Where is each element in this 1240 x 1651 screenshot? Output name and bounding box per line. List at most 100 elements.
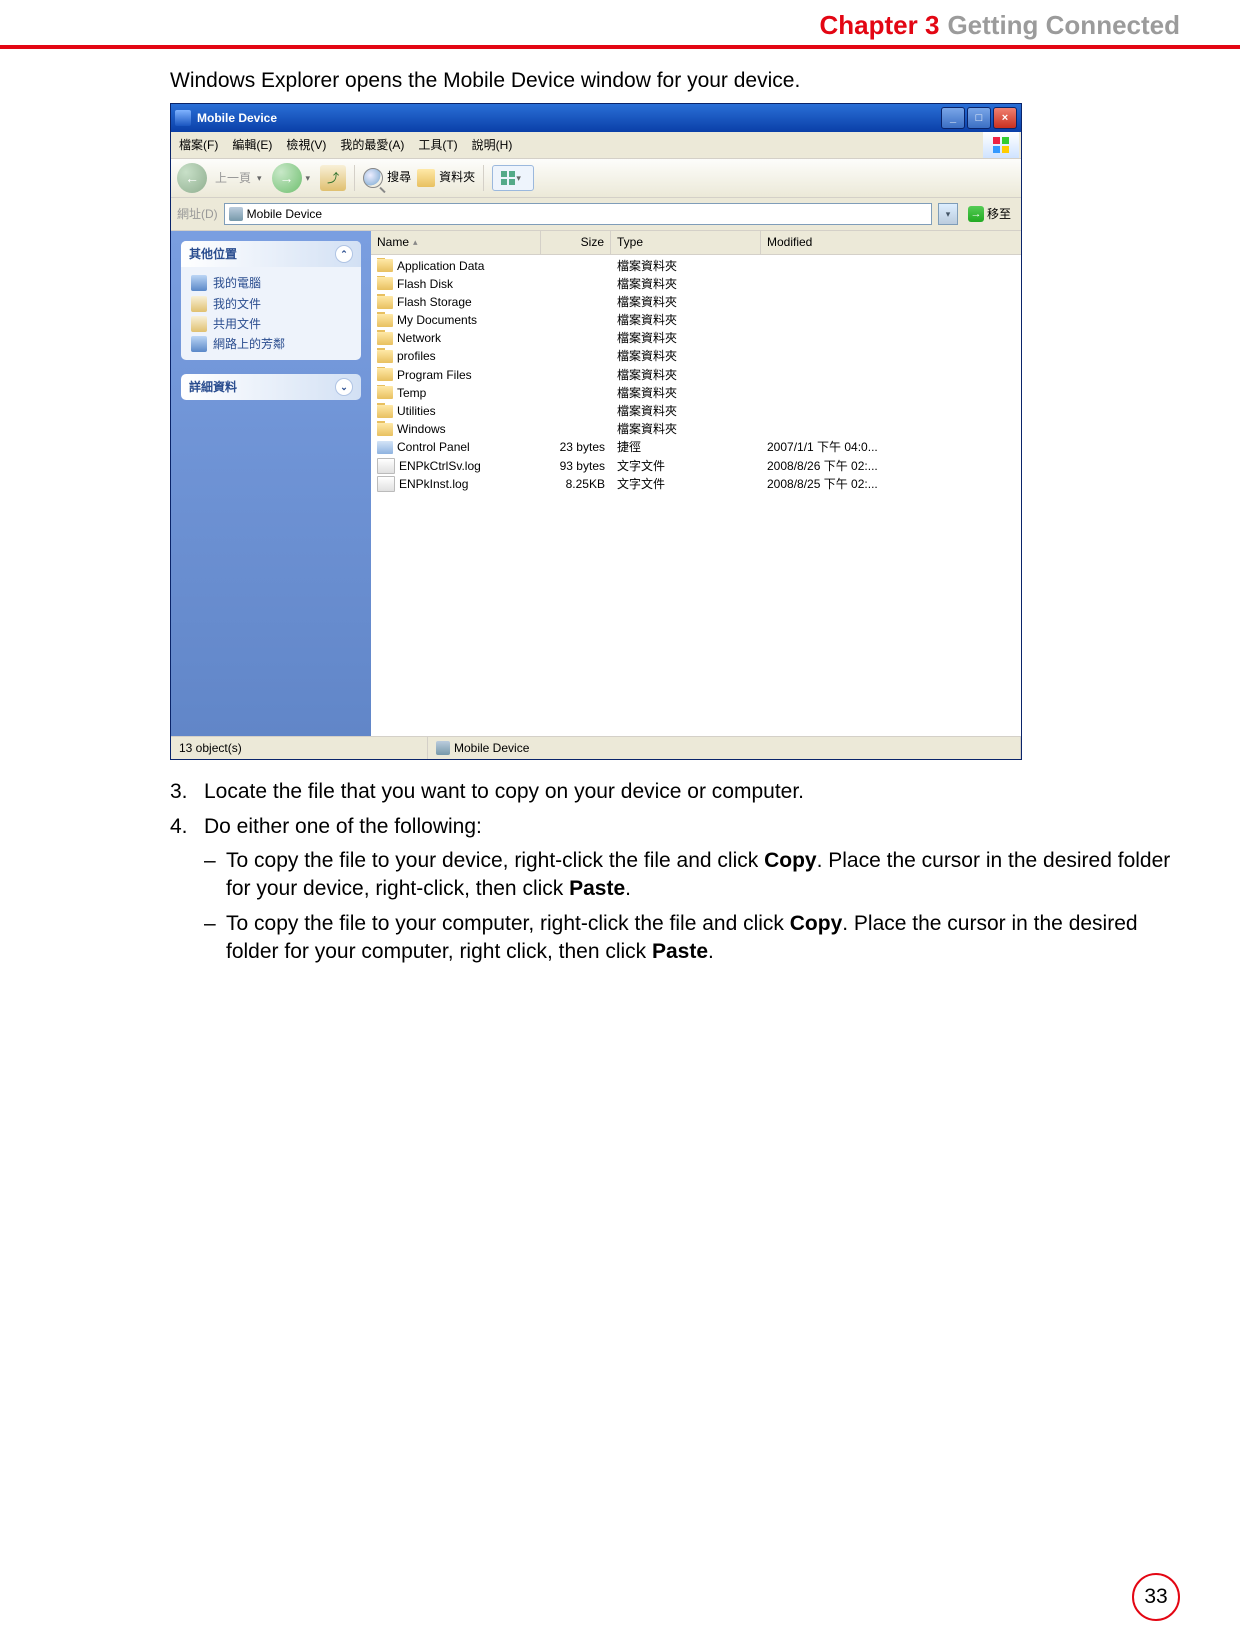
file-row[interactable]: Application Data 檔案資料夾: [371, 257, 1021, 275]
file-modified: [761, 367, 1021, 383]
file-row[interactable]: profiles檔案資料夾: [371, 347, 1021, 365]
file-type: 檔案資料夾: [611, 312, 761, 328]
folder-icon: [377, 314, 393, 327]
share-icon: [191, 316, 207, 332]
col-size[interactable]: Size: [541, 231, 611, 253]
file-row[interactable]: Utilities檔案資料夾: [371, 402, 1021, 420]
file-modified: [761, 312, 1021, 328]
panel-title: 其他位置: [189, 246, 237, 262]
file-name: Temp: [397, 385, 426, 401]
sidebar-item-label: 網路上的芳鄰: [213, 336, 285, 352]
menu-view[interactable]: 檢視(V): [286, 137, 326, 153]
status-object-count: 13 object(s): [171, 737, 428, 759]
file-row[interactable]: ENPkCtrlSv.log93 bytes文字文件2008/8/26 下午 0…: [371, 457, 1021, 475]
file-modified: [761, 276, 1021, 292]
file-row[interactable]: Flash Storage檔案資料夾: [371, 293, 1021, 311]
file-name: Network: [397, 330, 441, 346]
file-row[interactable]: My Documents檔案資料夾: [371, 311, 1021, 329]
file-row[interactable]: Program Files檔案資料夾: [371, 366, 1021, 384]
file-modified: 2007/1/1 下午 04:0...: [761, 439, 1021, 455]
dash: –: [204, 847, 226, 904]
folders-button[interactable]: 資料夾: [417, 169, 475, 187]
device-icon: [436, 741, 450, 755]
folder-icon: [377, 332, 393, 345]
step-4: 4. Do either one of the following: – To …: [170, 813, 1180, 967]
titlebar[interactable]: Mobile Device _ □ ×: [171, 104, 1021, 132]
step-text: Locate the file that you want to copy on…: [204, 778, 804, 806]
close-button[interactable]: ×: [993, 107, 1017, 129]
windows-logo-icon: [983, 132, 1019, 158]
file-name: profiles: [397, 348, 436, 364]
address-field[interactable]: Mobile Device: [224, 203, 932, 225]
file-type: 檔案資料夾: [611, 258, 761, 274]
sidebar-item[interactable]: 網路上的芳鄰: [191, 334, 351, 354]
col-modified[interactable]: Modified: [761, 231, 1021, 253]
file-size: [541, 276, 611, 292]
address-value: Mobile Device: [247, 206, 322, 222]
folder-icon: [377, 296, 393, 309]
minimize-button[interactable]: _: [941, 107, 965, 129]
menu-file[interactable]: 檔案(F): [179, 137, 218, 153]
address-dropdown[interactable]: ▾: [938, 203, 958, 225]
menu-help[interactable]: 說明(H): [472, 137, 513, 153]
back-label: 上一頁: [215, 170, 251, 186]
sub-text: To copy the file to your device, right-c…: [226, 847, 1180, 904]
sidebar-item-label: 我的文件: [213, 296, 261, 312]
back-button[interactable]: ←: [177, 163, 207, 193]
menu-favorites[interactable]: 我的最愛(A): [340, 137, 404, 153]
file-row[interactable]: Temp檔案資料夾: [371, 384, 1021, 402]
file-size: 93 bytes: [541, 458, 611, 474]
sidebar-panel-header[interactable]: 詳細資料 ⌄: [181, 374, 361, 400]
file-row[interactable]: Flash Disk檔案資料夾: [371, 275, 1021, 293]
sidebar-item[interactable]: 我的文件: [191, 294, 351, 314]
collapse-icon[interactable]: ⌃: [335, 245, 353, 263]
views-button[interactable]: ▾: [492, 165, 534, 191]
file-size: 8.25KB: [541, 476, 611, 492]
sub-item: – To copy the file to your device, right…: [204, 847, 1180, 904]
file-name: Control Panel: [397, 439, 470, 455]
file-modified: 2008/8/25 下午 02:...: [761, 476, 1021, 492]
col-name[interactable]: Name▴: [371, 231, 541, 253]
views-dropdown: ▾: [516, 172, 521, 184]
file-size: [541, 312, 611, 328]
step-3: 3. Locate the file that you want to copy…: [170, 778, 1180, 806]
file-modified: [761, 330, 1021, 346]
file-row[interactable]: Windows檔案資料夾: [371, 420, 1021, 438]
search-button[interactable]: 搜尋: [363, 168, 411, 188]
separator: [354, 165, 355, 191]
file-row[interactable]: ENPkInst.log8.25KB文字文件2008/8/25 下午 02:..…: [371, 475, 1021, 493]
file-name: Flash Disk: [397, 276, 453, 292]
file-name: Application Data: [397, 258, 484, 274]
intro-text: Windows Explorer opens the Mobile Device…: [170, 67, 1180, 95]
go-button[interactable]: 移至: [964, 204, 1015, 224]
sub-list: – To copy the file to your device, right…: [204, 847, 1180, 966]
sidebar-item[interactable]: 共用文件: [191, 314, 351, 334]
maximize-button[interactable]: □: [967, 107, 991, 129]
file-row[interactable]: Network 檔案資料夾: [371, 329, 1021, 347]
file-type: 捷徑: [611, 439, 761, 455]
forward-button[interactable]: →: [272, 163, 302, 193]
col-type[interactable]: Type: [611, 231, 761, 253]
sidebar-item[interactable]: 我的電腦: [191, 273, 351, 293]
folder-icon: [377, 423, 393, 436]
step-number: 3.: [170, 778, 204, 806]
file-size: [541, 421, 611, 437]
forward-dropdown[interactable]: ▾: [306, 172, 311, 184]
statusbar: 13 object(s) Mobile Device: [171, 736, 1021, 759]
file-size: [541, 348, 611, 364]
file-modified: [761, 403, 1021, 419]
status-location: Mobile Device: [428, 737, 1021, 759]
file-modified: [761, 294, 1021, 310]
back-dropdown[interactable]: ▾: [257, 172, 262, 184]
status-location-text: Mobile Device: [454, 740, 529, 756]
sidebar-panel-header[interactable]: 其他位置 ⌃: [181, 241, 361, 267]
file-name: Program Files: [397, 367, 472, 383]
file-row[interactable]: Control Panel23 bytes捷徑2007/1/1 下午 04:0.…: [371, 438, 1021, 456]
up-button[interactable]: ⤴: [320, 165, 346, 191]
window-icon: [175, 110, 191, 126]
file-type: 檔案資料夾: [611, 330, 761, 346]
file-name: Utilities: [397, 403, 436, 419]
expand-icon[interactable]: ⌄: [335, 378, 353, 396]
menu-tools[interactable]: 工具(T): [418, 137, 457, 153]
menu-edit[interactable]: 編輯(E): [232, 137, 272, 153]
